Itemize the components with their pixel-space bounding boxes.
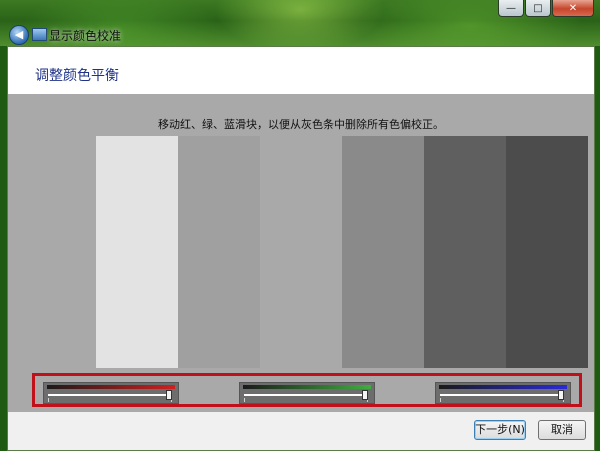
- bar-gap: [260, 136, 342, 368]
- window-controls: — □ ✕: [498, 0, 594, 17]
- slider-track: [48, 394, 172, 396]
- window-title: 显示颜色校准: [49, 29, 122, 43]
- page-title: 调整颜色平衡: [35, 68, 119, 84]
- wizard-header: 调整颜色平衡: [8, 47, 594, 94]
- green-slider-thumb[interactable]: [362, 390, 368, 400]
- red-slider-thumb[interactable]: [166, 390, 172, 400]
- slider-tick: [48, 398, 49, 402]
- title-bar: — □ ✕ ◀ 显示颜色校准: [0, 0, 600, 46]
- back-arrow-icon[interactable]: ◀: [9, 25, 29, 45]
- gray-bar-5: [506, 136, 588, 368]
- maximize-button[interactable]: □: [525, 0, 551, 17]
- next-button[interactable]: 下一步(N): [474, 420, 526, 440]
- instruction-text: 移动红、绿、蓝滑块，以便从灰色条中删除所有色偏校正。: [158, 118, 444, 131]
- cancel-button[interactable]: 取消: [538, 420, 586, 440]
- minimize-button[interactable]: —: [498, 0, 524, 17]
- close-button[interactable]: ✕: [552, 0, 594, 17]
- slider-tick: [440, 398, 441, 402]
- gray-bar-4: [424, 136, 506, 368]
- slider-track: [440, 394, 564, 396]
- gray-bars: [96, 136, 588, 368]
- slider-track: [244, 394, 368, 396]
- calibration-area: 移动红、绿、蓝滑块，以便从灰色条中删除所有色偏校正。: [8, 94, 594, 412]
- blue-slider-thumb[interactable]: [558, 390, 564, 400]
- gray-bar-2: [178, 136, 260, 368]
- blue-slider[interactable]: [435, 382, 571, 404]
- slider-tick: [244, 398, 245, 402]
- red-gradient: [47, 385, 175, 389]
- color-sliders-highlight: [32, 373, 582, 407]
- blue-gradient: [439, 385, 567, 389]
- red-slider[interactable]: [43, 382, 179, 404]
- monitor-icon: [32, 28, 47, 41]
- green-gradient: [243, 385, 371, 389]
- green-slider[interactable]: [239, 382, 375, 404]
- wizard-frame: 调整颜色平衡 移动红、绿、蓝滑块，以便从灰色条中删除所有色偏校正。 下一步(N)…: [7, 46, 595, 451]
- gray-bar-3: [342, 136, 424, 368]
- wizard-footer: 下一步(N) 取消: [8, 412, 594, 450]
- gray-bar-1: [96, 136, 178, 368]
